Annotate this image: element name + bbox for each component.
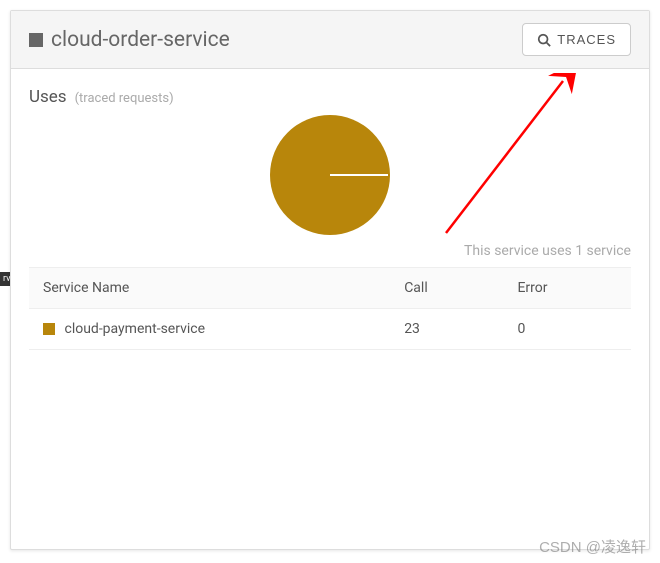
col-service-name[interactable]: Service Name xyxy=(29,268,390,309)
table-header-row: Service Name Call Error xyxy=(29,268,631,309)
table-row[interactable]: cloud-payment-service 23 0 xyxy=(29,309,631,350)
pie-chart xyxy=(29,115,631,235)
cell-service-name: cloud-payment-service xyxy=(29,309,390,350)
panel-header: cloud-order-service TRACES xyxy=(11,11,649,69)
uses-summary: This service uses 1 service xyxy=(29,243,631,259)
watermark: CSDN @凌逸轩 xyxy=(539,536,646,557)
uses-label: Uses xyxy=(29,87,67,107)
cell-error: 0 xyxy=(503,309,631,350)
uses-heading: Uses (traced requests) xyxy=(29,87,631,107)
cell-service-name-text: cloud-payment-service xyxy=(64,321,205,337)
cell-call: 23 xyxy=(390,309,503,350)
uses-sublabel: (traced requests) xyxy=(75,91,174,106)
panel-body: Uses (traced requests) This service uses… xyxy=(11,69,649,368)
service-row-color-icon xyxy=(43,323,55,335)
pie-slice xyxy=(270,115,390,235)
col-call[interactable]: Call xyxy=(390,268,503,309)
col-error[interactable]: Error xyxy=(503,268,631,309)
service-color-icon xyxy=(29,33,43,47)
service-name: cloud-order-service xyxy=(51,28,230,52)
search-icon xyxy=(537,33,551,47)
traces-button-label: TRACES xyxy=(557,32,616,47)
services-table: Service Name Call Error cloud-payment-se… xyxy=(29,267,631,350)
header-title: cloud-order-service xyxy=(29,28,230,52)
service-panel: cloud-order-service TRACES Uses (traced … xyxy=(10,10,650,550)
traces-button[interactable]: TRACES xyxy=(522,23,631,56)
